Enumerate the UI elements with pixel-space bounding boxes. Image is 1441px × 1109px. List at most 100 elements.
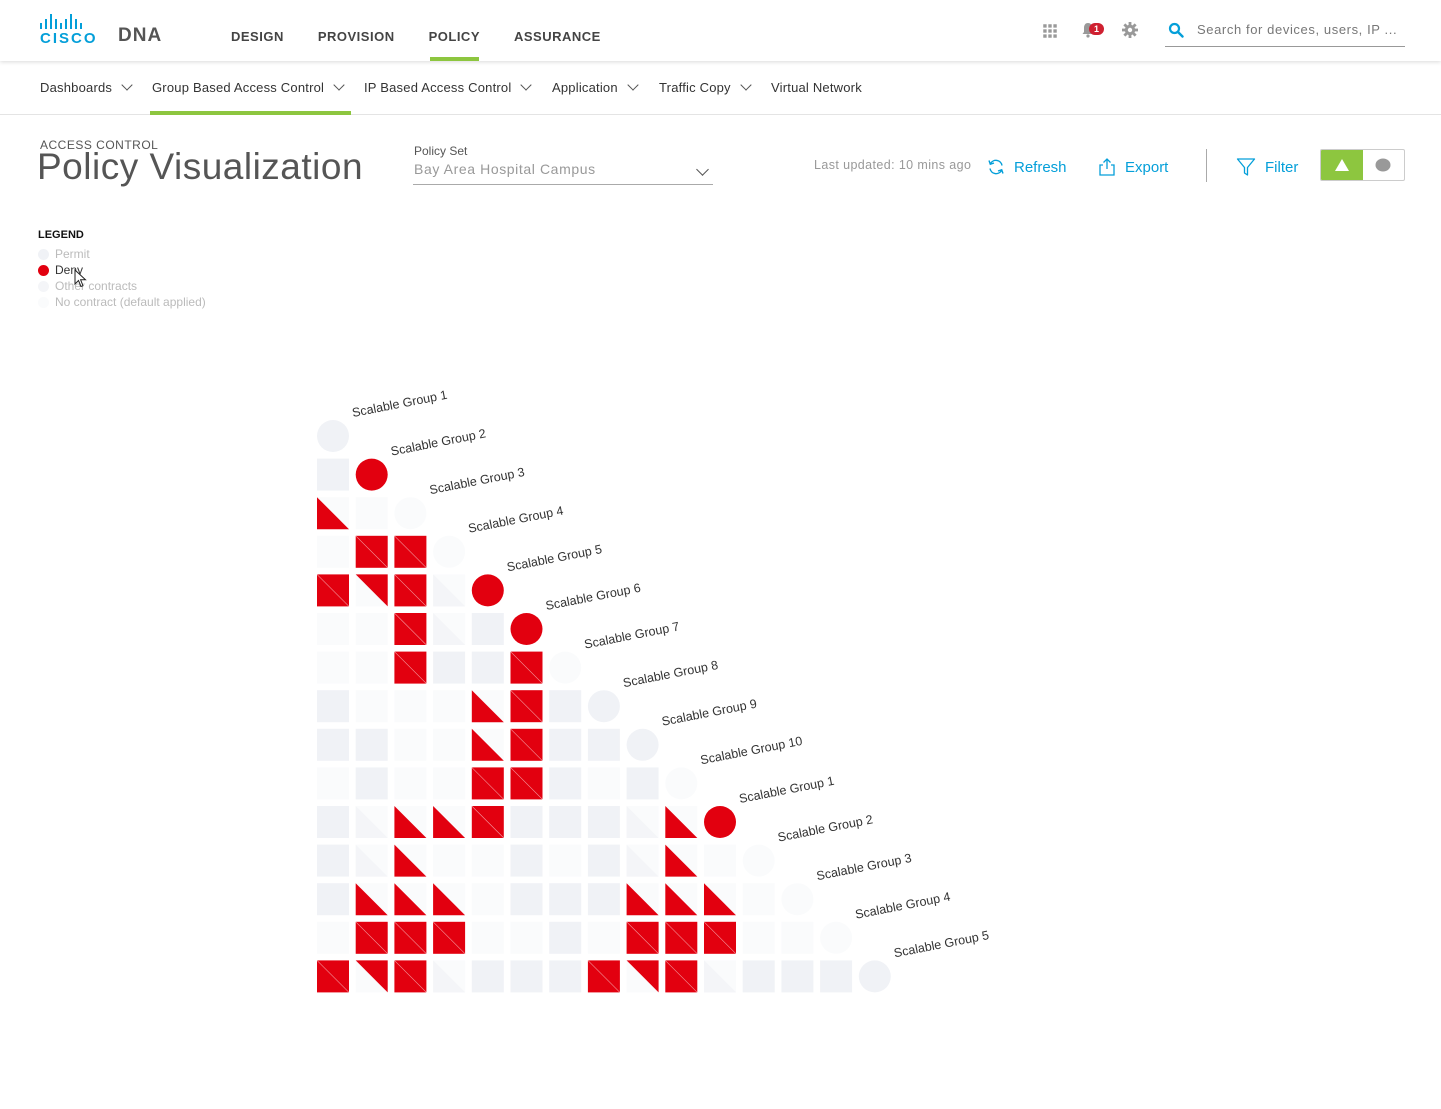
matrix-cell[interactable] [432,921,466,955]
nav-design[interactable]: DESIGN [214,0,301,61]
matrix-cell[interactable] [471,844,504,877]
diagonal-cell[interactable] [742,844,775,877]
matrix-cell[interactable] [742,921,775,954]
matrix-cell[interactable] [510,806,543,838]
matrix-cell[interactable] [355,497,388,530]
matrix-cell[interactable] [510,960,543,993]
settings-gear-icon[interactable] [1121,21,1139,39]
app-grid-icon[interactable] [1041,22,1059,40]
matrix-cell[interactable] [626,844,659,877]
matrix-cell[interactable] [587,960,621,993]
matrix-cell[interactable] [355,651,388,684]
matrix-cell[interactable] [355,806,388,838]
matrix-cell[interactable] [317,806,349,838]
matrix-cell[interactable] [433,651,466,684]
matrix-cell[interactable] [549,921,582,954]
matrix-cell[interactable] [626,806,659,838]
matrix-cell[interactable] [433,728,466,761]
matrix-cell[interactable] [317,844,349,877]
matrix-cell[interactable] [317,651,349,684]
matrix-cell[interactable] [317,458,349,491]
matrix-cell[interactable] [317,497,349,530]
matrix-cell[interactable] [703,921,737,955]
matrix-cell[interactable] [626,921,659,955]
matrix-cell[interactable] [355,767,388,800]
matrix-cell[interactable] [355,921,388,955]
matrix-cell[interactable] [433,844,466,877]
matrix-cell[interactable] [433,613,466,645]
matrix-cell[interactable] [317,690,349,723]
matrix-cell[interactable] [471,883,504,916]
matrix-cell[interactable] [665,883,698,916]
matrix-cell[interactable] [742,960,775,993]
matrix-cell[interactable] [394,767,427,800]
matrix-cell[interactable] [355,613,388,645]
matrix-cell[interactable] [549,806,582,838]
matrix-cell[interactable] [665,921,698,955]
matrix-cell[interactable] [355,883,388,916]
matrix-cell[interactable] [317,613,349,645]
diagonal-cell[interactable] [781,883,814,916]
matrix-cell[interactable] [316,960,350,993]
matrix-cell[interactable] [317,767,349,800]
matrix-cell[interactable] [394,651,427,684]
matrix-cell[interactable] [549,728,582,761]
matrix-cell[interactable] [549,883,582,916]
matrix-cell[interactable] [394,921,427,955]
matrix-cell[interactable] [317,883,349,916]
matrix-cell[interactable] [626,767,659,800]
diagonal-cell[interactable] [626,728,659,761]
diagonal-cell[interactable] [394,497,427,530]
diagonal-cell[interactable] [317,420,349,452]
matrix-cell[interactable] [433,960,466,993]
diagonal-cell[interactable] [587,690,620,723]
matrix-cell[interactable] [433,767,466,800]
matrix-cell[interactable] [510,767,543,800]
matrix-cell[interactable] [394,806,427,838]
search-input[interactable] [1195,21,1404,38]
matrix-cell[interactable] [433,806,466,838]
matrix-cell[interactable] [510,689,543,723]
diagonal-cell[interactable] [549,651,582,684]
matrix-cell[interactable] [394,960,427,993]
matrix-cell[interactable] [355,690,388,723]
matrix-cell[interactable] [587,728,620,761]
matrix-cell[interactable] [587,921,620,954]
matrix-cell[interactable] [394,728,427,761]
matrix-cell[interactable] [433,883,466,916]
diagonal-cell[interactable] [858,960,891,993]
matrix-cell[interactable] [510,651,543,684]
matrix-cell[interactable] [394,690,427,723]
diagonal-cell[interactable] [704,806,736,838]
matrix-cell[interactable] [355,728,388,761]
matrix-cell[interactable] [394,574,427,607]
matrix-cell[interactable] [510,921,543,954]
matrix-cell[interactable] [471,728,504,761]
matrix-cell[interactable] [394,535,427,569]
matrix-cell[interactable] [316,574,350,607]
nav-assurance[interactable]: ASSURANCE [497,0,618,61]
matrix-cell[interactable] [471,651,504,684]
matrix-cell[interactable] [355,844,388,877]
matrix-cell[interactable] [781,960,814,993]
matrix-cell[interactable] [665,960,698,993]
matrix-cell[interactable] [549,690,582,723]
matrix-cell[interactable] [433,690,466,723]
matrix-cell[interactable] [704,844,736,877]
diagonal-cell[interactable] [471,574,504,607]
nav-provision[interactable]: PROVISION [301,0,412,61]
matrix-cell[interactable] [549,767,582,800]
matrix-cell[interactable] [471,805,505,839]
diagonal-cell[interactable] [820,921,853,954]
matrix-cell[interactable] [626,883,659,916]
matrix-cell[interactable] [471,613,504,645]
matrix-cell[interactable] [355,574,388,607]
matrix-cell[interactable] [665,806,698,838]
matrix-cell[interactable] [317,921,349,954]
matrix-cell[interactable] [394,844,427,877]
matrix-cell[interactable] [510,844,543,877]
diagonal-cell[interactable] [510,613,543,645]
cisco-logo[interactable]: CISCO [40,14,98,47]
matrix-cell[interactable] [665,844,698,877]
matrix-cell[interactable] [317,535,349,568]
